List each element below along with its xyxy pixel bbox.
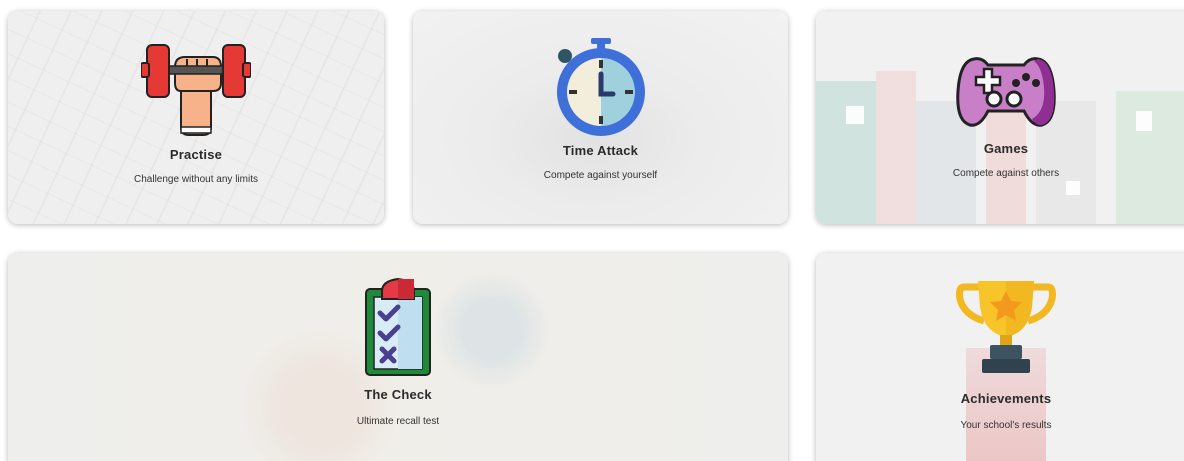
card-title: The Check [364,387,432,402]
menu-grid: Practise Challenge without any limits Ti… [0,0,1184,461]
time-attack-card[interactable]: Time Attack Compete against yourself [413,11,788,224]
card-subtitle: Your school's results [960,420,1052,431]
card-title: Games [983,141,1029,156]
gamepad-icon [956,57,1056,127]
card-content: The Check Ultimate recall test [8,253,788,427]
card-subtitle: Compete against others [952,168,1060,179]
games-card[interactable]: Games Compete against others [816,11,1184,224]
card-content: Time Attack Compete against yourself [413,11,788,181]
stopwatch-icon [556,38,645,136]
dumbbell-icon [141,44,251,136]
card-subtitle: Compete against yourself [543,170,658,181]
practise-card[interactable]: Practise Challenge without any limits [8,11,384,224]
the-check-card[interactable]: The Check Ultimate recall test [8,253,788,461]
card-title: Achievements [960,391,1052,406]
card-content: Games Compete against others [816,11,1184,179]
card-title: Practise [169,147,223,162]
clipboard-checklist-icon [365,277,431,376]
achievements-card[interactable]: Achievements Your school's results [816,253,1184,461]
card-subtitle: Challenge without any limits [134,174,258,185]
card-content: Achievements Your school's results [816,253,1184,431]
card-subtitle: Ultimate recall test [356,416,440,427]
card-content: Practise Challenge without any limits [8,11,384,185]
trophy-icon [956,281,1056,373]
card-title: Time Attack [562,143,639,158]
